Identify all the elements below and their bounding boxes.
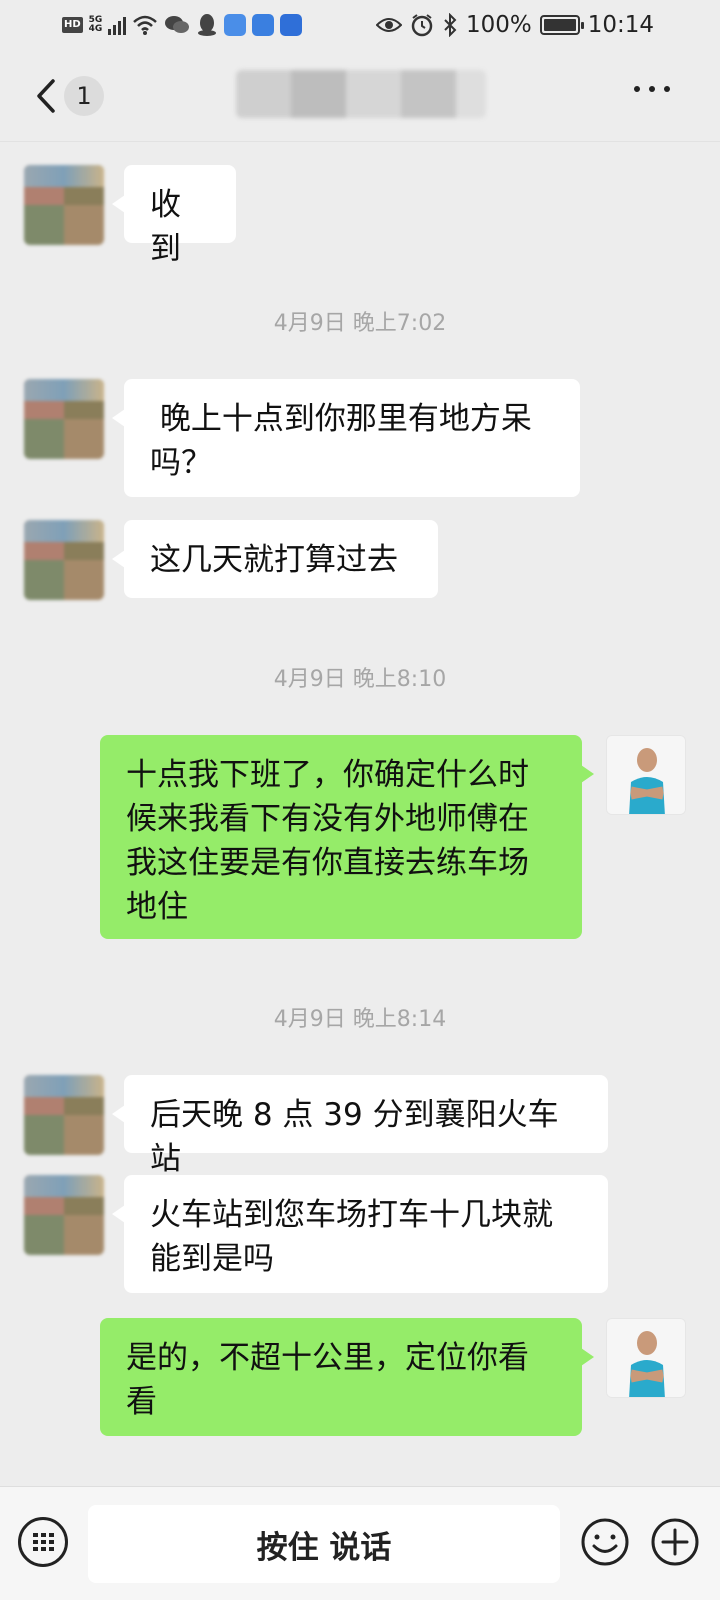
app-icon-1 (224, 14, 247, 36)
incoming-message[interactable]: 晚上十点到你那里有地方呆 吗？ (112, 379, 580, 497)
battery-icon (539, 15, 584, 35)
outgoing-message[interactable]: 是的，不超十公里，定位你看 看 (100, 1318, 594, 1436)
incoming-message[interactable]: 收到 (112, 165, 236, 267)
alarm-icon (411, 14, 433, 37)
battery-percent: 100% (465, 12, 532, 38)
emoji-icon (581, 1518, 629, 1566)
bluetooth-icon (444, 13, 457, 37)
wifi-icon (133, 15, 158, 35)
back-button[interactable] (28, 74, 64, 118)
message-timestamp: 4月9日 晚上8:14 (273, 1007, 447, 1032)
message-timestamp: 4月9日 晚上8:10 (273, 667, 447, 692)
wechat-icon (165, 16, 190, 33)
contact-avatar[interactable] (24, 1175, 104, 1255)
emoji-button[interactable] (580, 1517, 630, 1567)
network-type: 5G 4G (89, 16, 103, 34)
hd-badge: HD (62, 17, 83, 33)
input-bar: 按住 说话 (0, 1486, 720, 1600)
contact-avatar[interactable] (24, 1075, 104, 1155)
signal-icon (108, 15, 127, 35)
status-right: 100% 10:14 (375, 10, 654, 40)
person-avatar-icon (607, 736, 685, 814)
person-avatar-icon (607, 1319, 685, 1397)
network-type-bottom: 4G (88, 24, 103, 34)
status-bar: HD 5G 4G 100% 10:14 (0, 0, 720, 50)
contact-avatar[interactable] (24, 520, 104, 600)
hold-to-talk-button[interactable]: 按住 说话 (88, 1505, 560, 1583)
outgoing-message[interactable]: 十点我下班了，你确定什么时 候来我看下有没有外地师傅在 我这住要是有你直接去练车… (100, 735, 594, 939)
more-button[interactable] (634, 86, 670, 92)
eye-icon (375, 18, 402, 32)
app-icon-3 (280, 14, 303, 36)
keyboard-icon (32, 1533, 54, 1551)
contact-avatar[interactable] (24, 379, 104, 459)
chat-area[interactable]: 收到 4月9日 晚上7:02 晚上十点到你那里有地方呆 吗？ 这几天就打算过去 … (0, 143, 720, 1485)
qq-icon (198, 14, 217, 36)
chevron-left-icon (37, 79, 55, 113)
incoming-message[interactable]: 火车站到您车场打车十几块就 能到是吗 (112, 1175, 608, 1293)
status-left: HD 5G 4G (62, 10, 303, 40)
plus-icon (651, 1518, 699, 1566)
status-time: 10:14 (587, 12, 654, 38)
contact-avatar[interactable] (24, 165, 104, 245)
more-functions-button[interactable] (650, 1517, 700, 1567)
chat-title (236, 70, 486, 118)
more-dots-icon (634, 86, 640, 92)
unread-count-badge[interactable]: 1 (64, 76, 104, 116)
incoming-message[interactable]: 这几天就打算过去 (112, 520, 438, 598)
message-timestamp: 4月9日 晚上7:02 (273, 311, 447, 336)
nav-bar: 1 (0, 50, 720, 142)
keyboard-toggle-button[interactable] (18, 1517, 68, 1567)
my-avatar[interactable] (606, 735, 686, 815)
app-icon-2 (252, 14, 275, 36)
my-avatar[interactable] (606, 1318, 686, 1398)
incoming-message[interactable]: 后天晚 8 点 39 分到襄阳火车站 (112, 1075, 608, 1177)
